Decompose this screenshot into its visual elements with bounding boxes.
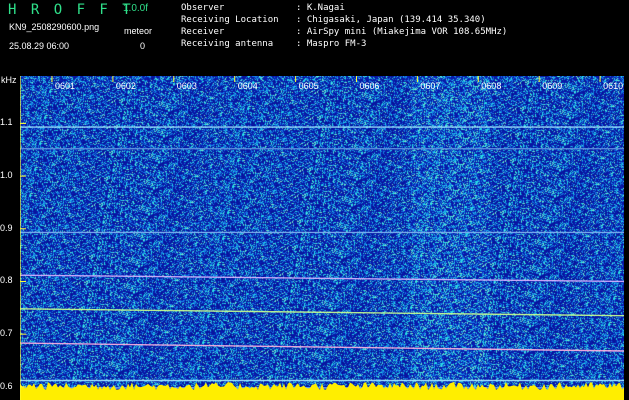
filename-label: KN9_2508290600.png	[9, 22, 100, 32]
meteor-label: meteor	[124, 26, 153, 36]
signal-line-4	[20, 308, 624, 317]
x-tick-label-3: 0604	[238, 81, 258, 91]
x-tick-label-9: 0610	[603, 81, 623, 91]
receiver-label: Receiver	[181, 27, 225, 37]
spectrogram-overlay: 0601 0602 0603 0604 0605 0606 0607 0608 0609 0610	[20, 76, 624, 400]
observer-label: Observer	[181, 3, 225, 13]
x-tick-label-1: 0602	[116, 81, 136, 91]
y-tick-label-4: 0.7	[0, 328, 13, 339]
receiver-value: : AirSpy mini (Miakejima VOR 108.65MHz)	[296, 27, 508, 37]
signal-line-5	[20, 342, 624, 352]
y-tick-label-3: 0.8	[0, 275, 13, 286]
y-tick-label-0: 1.1	[0, 117, 13, 128]
x-tick-label-0: 0601	[55, 81, 75, 91]
location-label: Receiving Location	[181, 15, 279, 25]
x-tick-label-5: 0606	[360, 81, 380, 91]
antenna-label: Receiving antenna	[181, 39, 274, 49]
x-tick-label-6: 0607	[420, 81, 440, 91]
datetime-label: 25.08.29 06:00	[9, 41, 70, 51]
location-value: : Chigasaki, Japan (139.414 35.340)	[296, 15, 486, 25]
hrofft-display: H R O F F T 1.0.0f KN9_2508290600.png me…	[0, 0, 629, 400]
version-label: 1.0.0f	[123, 3, 149, 14]
spectrogram[interactable]: 0601 0602 0603 0604 0605 0606 0607 0608 0609 0610	[20, 76, 624, 400]
y-tick-label-2: 0.9	[0, 222, 13, 233]
x-tick-label-2: 0603	[177, 81, 197, 91]
signal-line-3	[20, 274, 624, 283]
meteor-count: 0	[140, 41, 146, 51]
y-axis-unit: kHz	[1, 75, 17, 85]
antenna-value: : Maspro FM-3	[296, 39, 367, 49]
observer-value: : K.Nagai	[296, 3, 345, 13]
app-title: H R O F F T	[8, 2, 134, 18]
x-tick-label-4: 0605	[299, 81, 319, 91]
x-tick-label-7: 0608	[481, 81, 501, 91]
y-tick-label-1: 1.0	[0, 170, 13, 181]
y-tick-label-5: 0.6	[0, 380, 13, 391]
baseline-noise	[20, 382, 624, 400]
x-tick-label-8: 0609	[542, 81, 562, 91]
